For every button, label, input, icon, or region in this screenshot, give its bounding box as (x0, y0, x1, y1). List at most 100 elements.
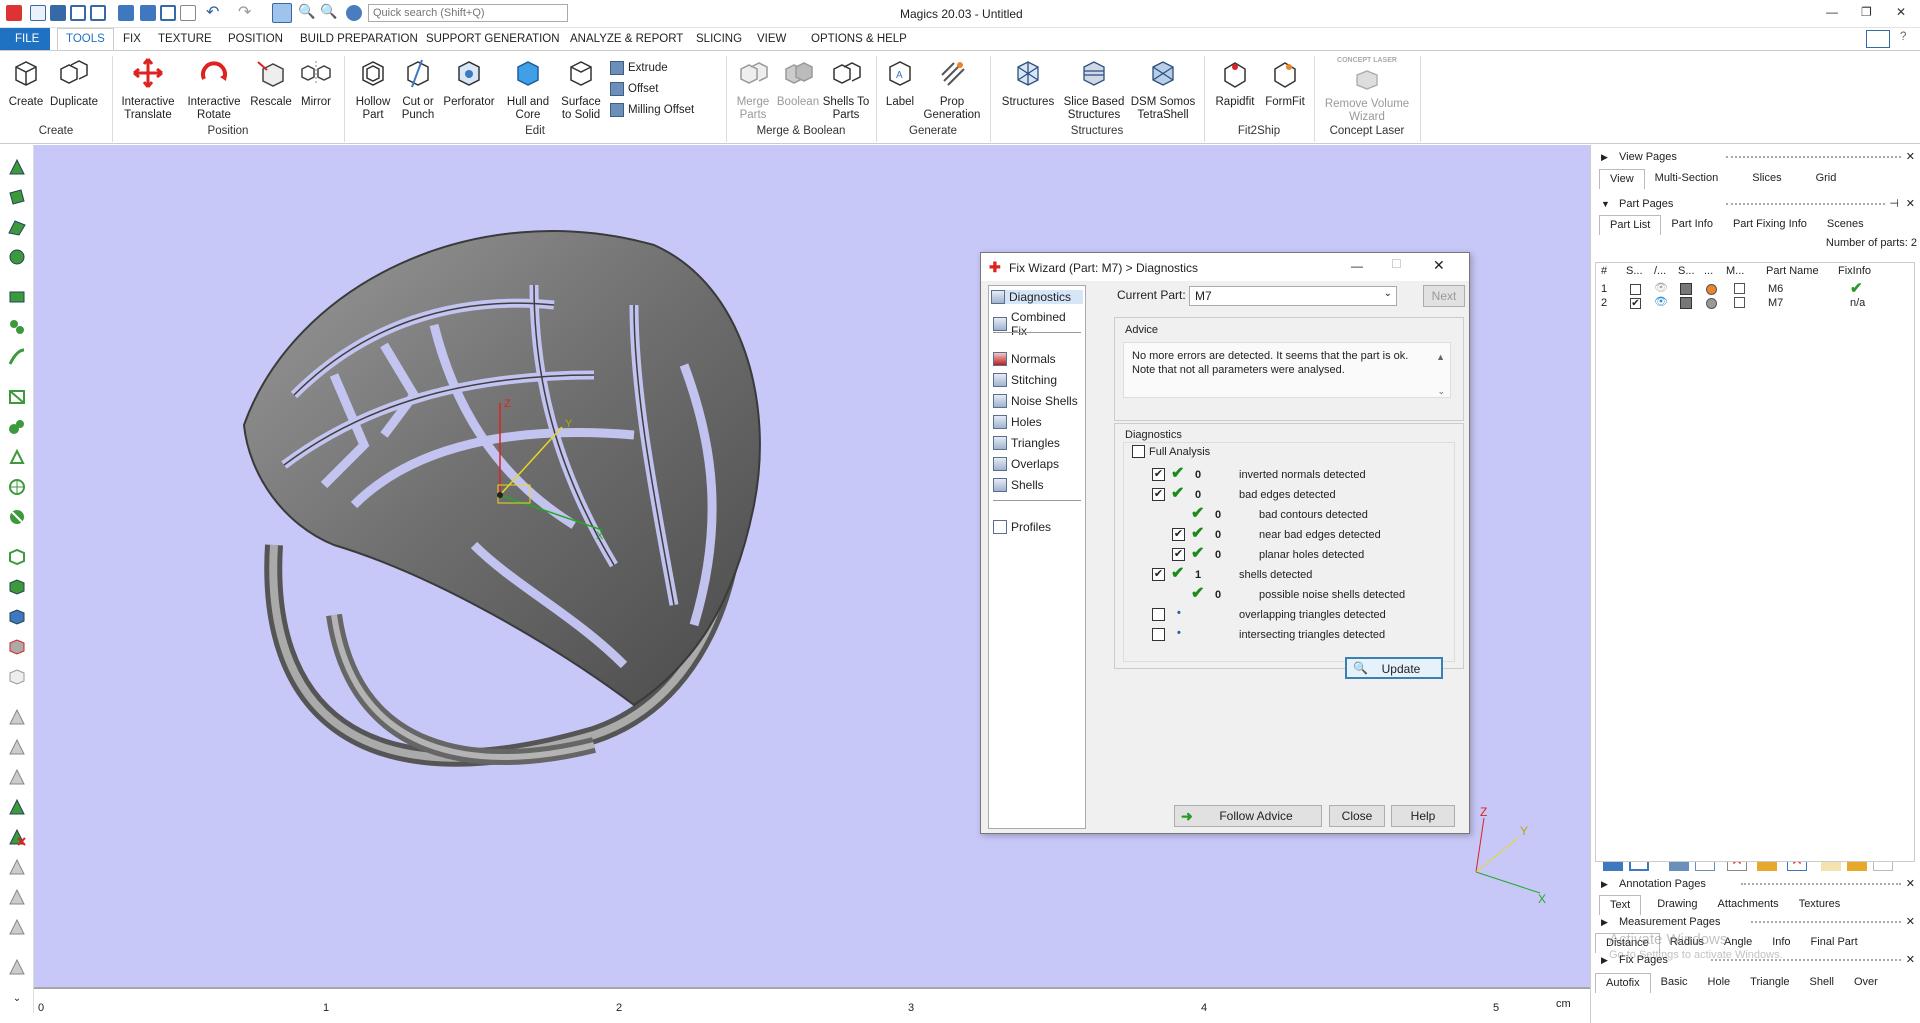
tab-triangle[interactable]: Triangle (1740, 973, 1799, 993)
import-icon[interactable] (118, 5, 134, 21)
near-bad-edges-checkbox[interactable]: ✔ (1172, 528, 1185, 541)
select-surface-icon[interactable] (7, 187, 27, 207)
interactive-translate-button[interactable]: Interactive Translate (118, 57, 178, 122)
menu-position[interactable]: POSITION (228, 33, 283, 45)
update-button[interactable]: 🔍 Update (1345, 657, 1443, 679)
dialog-maximize-button[interactable]: ☐ (1391, 257, 1402, 271)
select-mesh-icon[interactable] (7, 387, 27, 407)
tab-grid[interactable]: Grid (1792, 169, 1847, 189)
save-as-icon[interactable] (160, 5, 176, 21)
tab-part-fixing-info[interactable]: Part Fixing Info (1723, 215, 1817, 235)
shading-icon[interactable] (1680, 297, 1692, 309)
structures-button[interactable]: Structures (998, 57, 1058, 109)
perforator-button[interactable]: Perforator (440, 57, 498, 109)
expand-icon[interactable]: ▼ (1601, 199, 1610, 209)
annotation-pages-header[interactable]: ▶ Annotation Pages ✕ (1591, 875, 1920, 893)
remove-volume-wizard-button[interactable]: CONCEPT LASER Remove Volume Wizard (1320, 57, 1414, 124)
close-icon[interactable]: ✕ (1906, 915, 1915, 928)
menu-fix[interactable]: FIX (123, 33, 141, 45)
zoom-window-icon[interactable]: 🔍 (320, 3, 337, 19)
menu-tools[interactable]: TOOLS (57, 28, 114, 51)
select-checkbox[interactable] (1630, 284, 1641, 295)
tab-part-info[interactable]: Part Info (1661, 215, 1723, 235)
select-shell-icon[interactable] (7, 247, 27, 267)
rescale-button[interactable]: Rescale (250, 57, 292, 109)
inverted-normals-checkbox[interactable]: ✔ (1152, 468, 1165, 481)
part-pages-header[interactable]: ▼ Part Pages ⊣ ✕ (1591, 195, 1920, 213)
tab-basic[interactable]: Basic (1651, 973, 1698, 993)
select-triangle-icon[interactable] (7, 157, 27, 177)
measure-remove-icon[interactable] (7, 827, 27, 847)
dialog-close-button[interactable]: ✕ (1433, 257, 1445, 274)
tab-textures[interactable]: Textures (1789, 895, 1851, 915)
quick-search-input[interactable] (368, 4, 568, 22)
rapidfit-button[interactable]: Rapidfit (1212, 57, 1258, 109)
select-plane-icon[interactable] (7, 217, 27, 237)
column-fixinfo[interactable]: FixInfo (1838, 265, 1871, 277)
select-icon[interactable] (272, 3, 292, 23)
tab-hole[interactable]: Hole (1698, 973, 1741, 993)
nav-normals[interactable]: Normals (993, 352, 1056, 366)
save-all-icon[interactable] (90, 5, 106, 21)
close-button[interactable]: Close (1329, 805, 1385, 827)
nav-triangles[interactable]: Triangles (993, 436, 1060, 450)
full-analysis-checkbox[interactable] (1132, 445, 1145, 458)
menu-support-generation[interactable]: SUPPORT GENERATION (426, 33, 560, 45)
formfit-button[interactable]: FormFit (1262, 57, 1308, 109)
current-part-select[interactable]: M7 ⌄ (1189, 286, 1397, 306)
redo-icon[interactable]: ↷ (238, 2, 254, 21)
surface-to-solid-button[interactable]: Surface to Solid (556, 57, 606, 122)
tab-final-part[interactable]: Final Part (1801, 933, 1868, 953)
export-icon[interactable] (140, 5, 156, 21)
tab-shell[interactable]: Shell (1800, 973, 1844, 993)
cut-or-punch-button[interactable]: Cut or Punch (396, 57, 440, 122)
follow-advice-button[interactable]: ➜ Follow Advice (1174, 805, 1322, 827)
select-checkbox[interactable]: ✔ (1630, 298, 1641, 309)
tab-view[interactable]: View (1599, 169, 1645, 189)
close-window-button[interactable]: ✕ (1896, 5, 1906, 19)
undo-icon[interactable]: ↶ (206, 2, 222, 21)
tab-slices[interactable]: Slices (1728, 169, 1791, 189)
column-part-name[interactable]: Part Name (1766, 265, 1819, 277)
column-number[interactable]: # (1601, 265, 1607, 277)
tab-multi-section[interactable]: Multi-Section (1645, 169, 1729, 189)
help-button[interactable]: Help (1391, 805, 1455, 827)
measure-edge-icon[interactable] (7, 737, 27, 757)
tab-over[interactable]: Over (1844, 973, 1888, 993)
shells-checkbox[interactable]: ✔ (1152, 568, 1165, 581)
restore-button[interactable]: ❐ (1861, 5, 1872, 19)
measure-info-icon[interactable] (7, 957, 27, 977)
menu-options-help[interactable]: OPTIONS & HELP (811, 33, 907, 45)
slice-based-structures-button[interactable]: Slice Based Structures (1062, 57, 1126, 122)
new-icon[interactable] (30, 5, 46, 21)
nav-shells[interactable]: Shells (993, 478, 1044, 492)
interactive-rotate-button[interactable]: Interactive Rotate (184, 57, 244, 122)
unload-icon[interactable] (180, 5, 196, 21)
intersecting-triangles-checkbox[interactable] (1152, 628, 1165, 641)
shading-icon[interactable] (1680, 283, 1692, 295)
nav-noise-shells[interactable]: Noise Shells (993, 394, 1078, 408)
mirror-button[interactable]: Mirror (296, 57, 336, 109)
nav-profiles[interactable]: Profiles (993, 520, 1051, 534)
measure-distance-icon[interactable] (7, 917, 27, 937)
collapse-icon[interactable]: ▶ (1601, 879, 1608, 890)
measure-angle-icon[interactable] (7, 767, 27, 787)
tab-autofix[interactable]: Autofix (1595, 973, 1651, 993)
measure-radius-icon[interactable] (7, 887, 27, 907)
help-icon[interactable]: ? (1900, 31, 1906, 43)
toolbar-more-icon[interactable]: ⌄ (7, 993, 27, 1013)
nav-holes[interactable]: Holes (993, 415, 1042, 429)
select-marked-icon[interactable] (7, 507, 27, 527)
select-cone-icon[interactable] (7, 447, 27, 467)
nav-overlaps[interactable]: Overlaps (993, 457, 1059, 471)
menu-build-preparation[interactable]: BUILD PREPARATION (300, 33, 418, 45)
select-lasso-icon[interactable] (7, 317, 27, 337)
tab-attachments[interactable]: Attachments (1708, 895, 1789, 915)
menu-analyze-report[interactable]: ANALYZE & REPORT (570, 33, 683, 45)
visibility-icon[interactable]: 👁 (1654, 281, 1668, 294)
fix-pages-header[interactable]: ▶ Fix Pages ✕ (1591, 951, 1920, 969)
color-swatch[interactable] (1706, 284, 1717, 295)
mode-icon[interactable] (1734, 283, 1745, 294)
offset-button[interactable]: Offset (610, 82, 658, 96)
collapse-icon[interactable]: ▶ (1601, 152, 1608, 163)
